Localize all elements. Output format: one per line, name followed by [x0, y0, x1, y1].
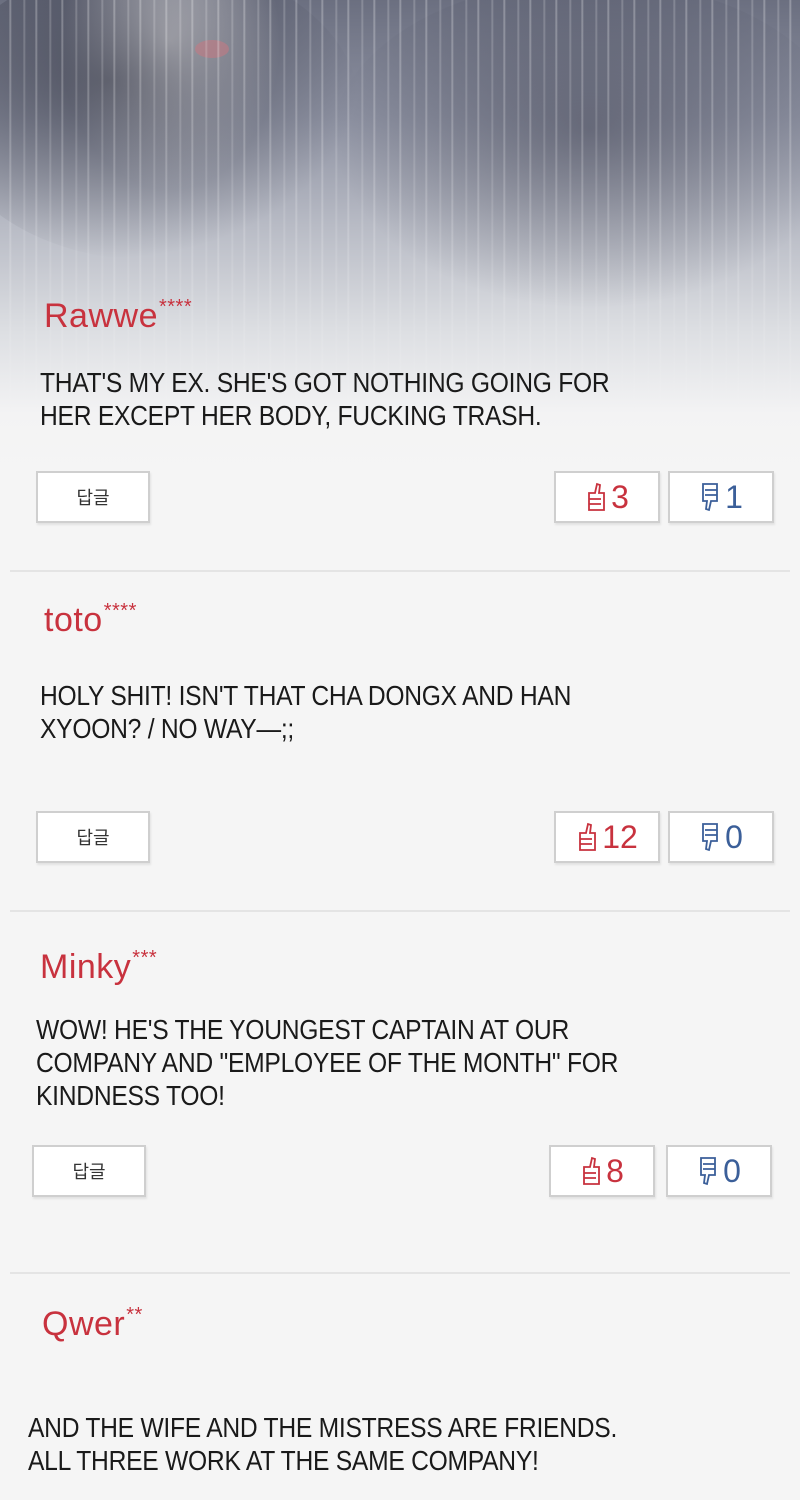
dislike-button[interactable]: 1 — [668, 471, 774, 523]
thumbs-down-icon — [702, 823, 718, 852]
dislike-count: 1 — [725, 478, 743, 515]
dislike-button[interactable]: 0 — [668, 811, 774, 863]
comment-text: HOLY SHIT! ISN'T THAT CHA DONGX AND HAN … — [40, 680, 572, 744]
dislike-button[interactable]: 0 — [666, 1145, 772, 1197]
username-mask: ** — [126, 1304, 143, 1326]
comment-username: Qwer** — [42, 1304, 143, 1343]
thumbs-down-icon — [702, 483, 718, 512]
comment-text: THAT'S MY EX. SHE'S GOT NOTHING GOING FO… — [40, 367, 610, 431]
comment-username: Rawwe**** — [44, 296, 193, 335]
like-count: 8 — [606, 1152, 624, 1189]
thumbs-down-icon — [700, 1157, 716, 1186]
comment-text: AND THE WIFE AND THE MISTRESS ARE FRIEND… — [28, 1412, 618, 1476]
thumbs-up-icon — [588, 482, 605, 511]
thumbs-up-icon — [583, 1156, 600, 1185]
reply-button[interactable]: 답글 — [36, 811, 150, 863]
dislike-count: 0 — [725, 818, 743, 855]
comment-divider — [10, 910, 790, 912]
comment-username: toto**** — [44, 600, 137, 639]
comment-username: Minky*** — [40, 947, 158, 986]
comment-divider — [10, 570, 790, 572]
username-mask: **** — [158, 296, 193, 318]
like-button[interactable]: 12 — [554, 811, 660, 863]
reply-button[interactable]: 답글 — [36, 471, 150, 523]
reply-button[interactable]: 답글 — [32, 1145, 146, 1197]
dislike-count: 0 — [723, 1152, 741, 1189]
comment-divider — [10, 1272, 790, 1274]
like-button[interactable]: 3 — [554, 471, 660, 523]
thumbs-up-icon — [579, 822, 597, 851]
username-mask: **** — [103, 600, 137, 622]
username-mask: *** — [132, 947, 158, 969]
comment-text: WOW! HE'S THE YOUNGEST CAPTAIN AT OUR CO… — [36, 1014, 619, 1111]
like-button[interactable]: 8 — [549, 1145, 655, 1197]
like-count: 12 — [602, 818, 638, 855]
like-count: 3 — [611, 478, 629, 515]
